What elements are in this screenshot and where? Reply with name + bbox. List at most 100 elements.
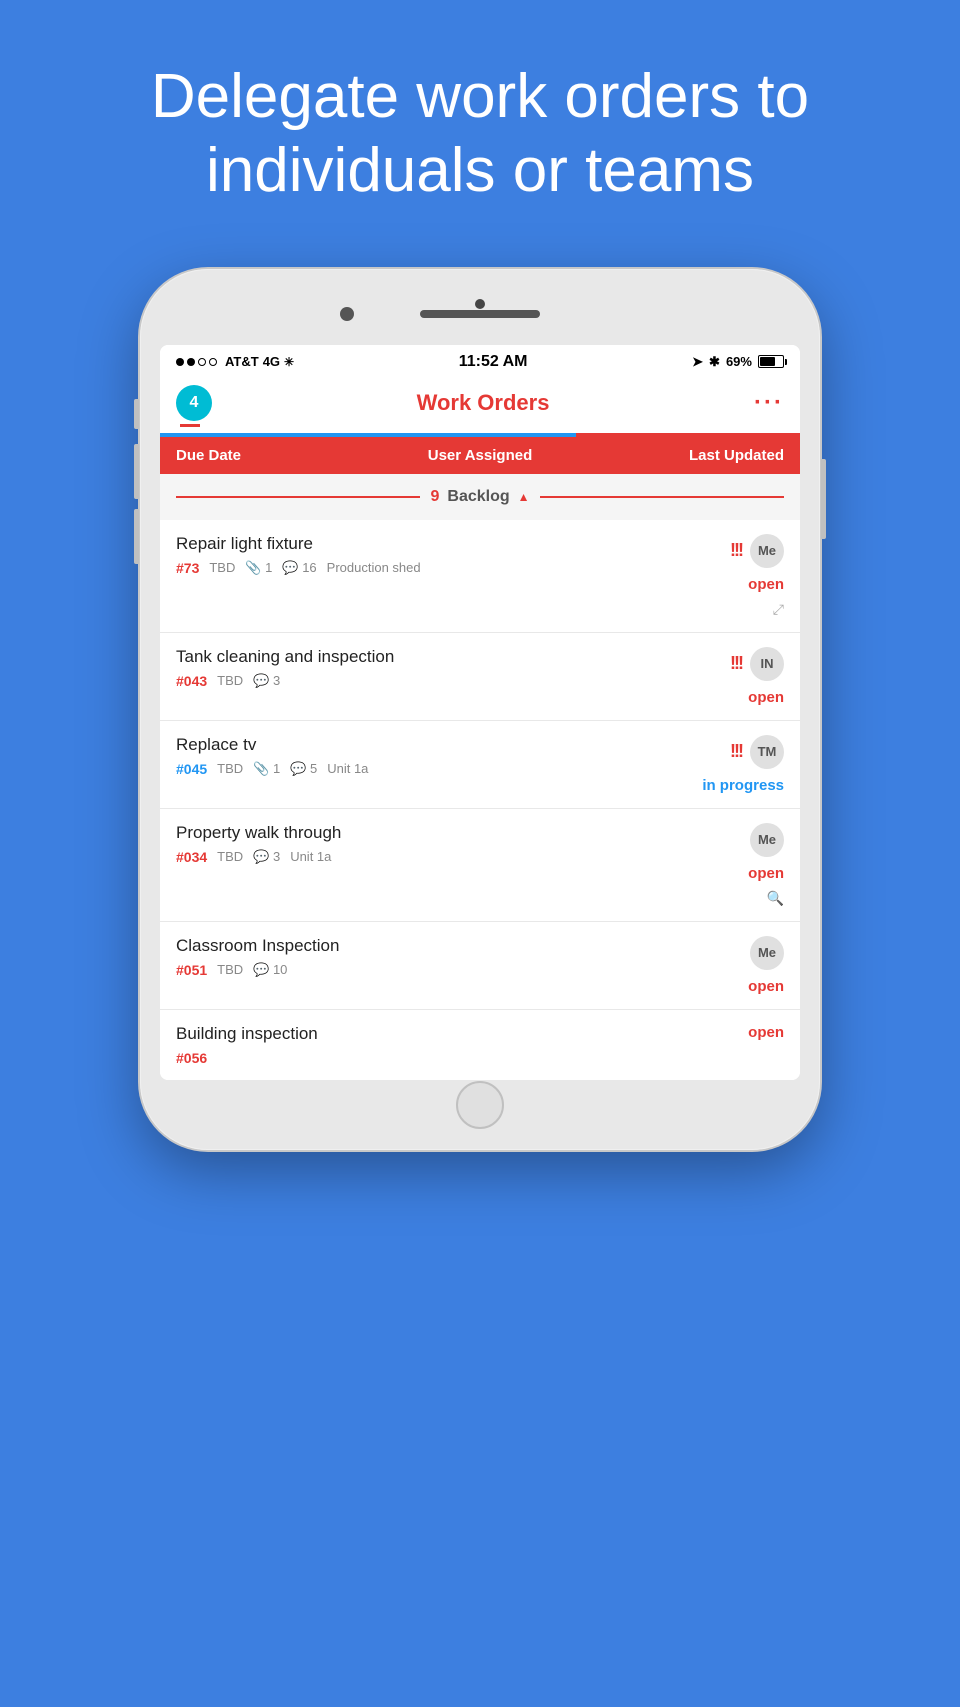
section-label[interactable]: 9 Backlog ▲ [430,488,529,506]
attachment-count: 📎 1 [245,560,272,576]
power-button [821,459,826,539]
phone-frame: AT&T 4G ✳ 11:52 AM ➤ ✱ 69% [140,269,820,1150]
comment-count: 💬 5 [290,761,317,777]
work-order-meta: #045 TBD 📎 1 💬 5 Unit 1a [176,761,674,777]
priority-icon: !!! [730,653,742,674]
work-order-details: Property walk through #034 TBD 💬 3 Unit … [176,823,674,865]
section-line-left [176,496,420,498]
work-order-details: Building inspection #056 [176,1024,674,1066]
work-order-meta: #034 TBD 💬 3 Unit 1a [176,849,674,865]
scroll-indicator-bar [160,433,800,437]
loading-icon: ✳ [284,355,294,369]
volume-down-button [134,509,139,564]
table-row[interactable]: Replace tv #045 TBD 📎 1 💬 5 Unit 1a !!! … [160,721,800,809]
user-assigned-header: User Assigned [379,447,582,464]
phone-mockup: AT&T 4G ✳ 11:52 AM ➤ ✱ 69% [0,269,960,1150]
backlog-section-header: 9 Backlog ▲ [160,474,800,520]
phone-screen: AT&T 4G ✳ 11:52 AM ➤ ✱ 69% [160,345,800,1080]
work-order-meta: #043 TBD 💬 3 [176,673,674,689]
nav-bar: 4 Work Orders ··· [160,375,800,433]
location-icon: ➤ [692,354,703,370]
search-icon: 🔍 [767,890,784,907]
more-menu-button[interactable]: ··· [754,389,784,417]
status-badge: open [748,865,784,882]
column-headers: Due Date User Assigned Last Updated [160,437,800,474]
home-button[interactable] [456,1081,504,1129]
bluetooth-icon: ✱ [709,354,720,370]
phone-top [160,289,800,339]
priority-icon: !!! [730,741,742,762]
signal-dots [176,358,217,366]
comment-count: 💬 3 [253,673,280,689]
due-date-value: TBD [209,560,235,575]
signal-dot-2 [187,358,195,366]
priority-icon: !!! [730,540,742,561]
priority-user-row: Me [750,936,784,970]
work-order-status: Me open [674,936,784,995]
comment-count: 💬 3 [253,849,280,865]
battery-box [758,355,784,368]
work-order-title: Building inspection [176,1024,674,1044]
user-avatar: IN [750,647,784,681]
page-title: Work Orders [417,390,550,416]
carrier-label: AT&T [225,354,259,369]
due-date-value: TBD [217,673,243,688]
signal-dot-4 [209,358,217,366]
battery-percent: 69% [726,354,752,369]
status-left: AT&T 4G ✳ [176,354,294,369]
battery-fill [760,357,775,366]
due-date-header: Due Date [176,447,379,464]
work-order-number: #045 [176,761,207,777]
notification-badge[interactable]: 4 [176,385,212,421]
location-label: Unit 1a [290,849,331,864]
work-order-status: open [674,1024,784,1041]
table-row[interactable]: Classroom Inspection #051 TBD 💬 10 Me op… [160,922,800,1010]
status-right: ➤ ✱ 69% [692,354,784,370]
hero-text: Delegate work orders to individuals or t… [0,0,960,249]
work-order-status: !!! Me open ⤢ [674,534,784,618]
work-order-number: #034 [176,849,207,865]
user-avatar: Me [750,823,784,857]
work-order-meta: #051 TBD 💬 10 [176,962,674,978]
work-order-title: Replace tv [176,735,674,755]
due-date-value: TBD [217,962,243,977]
table-row[interactable]: Tank cleaning and inspection #043 TBD 💬 … [160,633,800,721]
comment-count: 💬 10 [253,962,287,978]
signal-dot-3 [198,358,206,366]
priority-user-row: !!! Me [730,534,784,568]
work-order-status: !!! TM in progress [674,735,784,794]
status-badge: open [748,978,784,995]
status-badge: open [748,576,784,593]
attachment-count: 📎 1 [253,761,280,777]
priority-user-row: Me [750,823,784,857]
backlog-label: Backlog [447,488,509,506]
work-order-meta: #73 TBD 📎 1 💬 16 Production shed [176,560,674,576]
work-order-title: Classroom Inspection [176,936,674,956]
collapse-arrow-icon: ▲ [518,490,530,504]
work-order-details: Replace tv #045 TBD 📎 1 💬 5 Unit 1a [176,735,674,777]
priority-user-row: !!! IN [730,647,784,681]
table-row[interactable]: Building inspection #056 open [160,1010,800,1080]
work-order-details: Classroom Inspection #051 TBD 💬 10 [176,936,674,978]
work-order-status: Me open 🔍 [674,823,784,907]
location-label: Unit 1a [327,761,368,776]
user-avatar: Me [750,534,784,568]
work-order-title: Repair light fixture [176,534,674,554]
due-date-value: TBD [217,849,243,864]
expand-icon: ⤢ [773,601,784,618]
table-row[interactable]: Property walk through #034 TBD 💬 3 Unit … [160,809,800,922]
status-time: 11:52 AM [459,353,528,371]
network-type: 4G [263,354,280,369]
phone-dot [475,299,485,309]
status-badge: open [748,1024,784,1041]
user-avatar: TM [750,735,784,769]
work-order-details: Tank cleaning and inspection #043 TBD 💬 … [176,647,674,689]
mute-button [134,399,139,429]
work-order-number: #056 [176,1050,207,1066]
table-row[interactable]: Repair light fixture #73 TBD 📎 1 💬 16 Pr… [160,520,800,633]
comment-count: 💬 16 [282,560,316,576]
battery-indicator [758,355,784,368]
work-order-details: Repair light fixture #73 TBD 📎 1 💬 16 Pr… [176,534,674,576]
phone-bottom [160,1080,800,1130]
work-order-number: #051 [176,962,207,978]
